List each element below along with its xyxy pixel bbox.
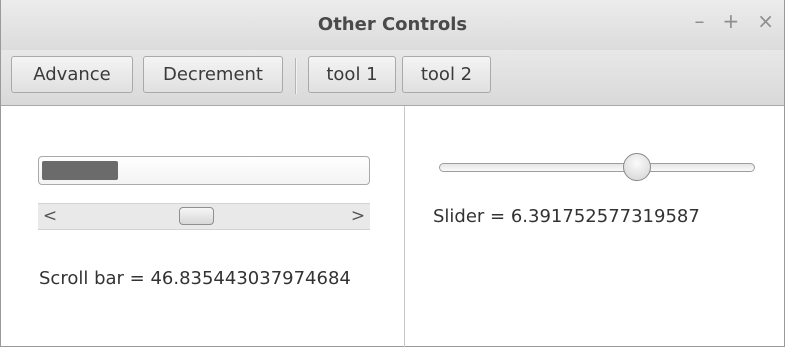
window-controls: – + × — [694, 11, 774, 31]
slider-thumb[interactable] — [623, 153, 651, 181]
horizontal-scrollbar[interactable]: < > — [38, 203, 370, 230]
toolbar-separator — [295, 58, 296, 94]
close-icon[interactable]: × — [757, 11, 774, 31]
slider-track[interactable] — [439, 163, 755, 172]
maximize-icon[interactable]: + — [722, 11, 739, 31]
title-bar[interactable]: Other Controls – + × — [1, 0, 784, 50]
progress-bar — [38, 156, 370, 185]
toolbar: Advance Decrement tool 1 tool 2 — [1, 50, 784, 106]
scroll-left-icon[interactable]: < — [40, 205, 60, 227]
slider-value-label: Slider = 6.391752577319587 — [433, 206, 700, 227]
scroll-right-icon[interactable]: > — [348, 205, 368, 227]
progress-bar-fill — [42, 161, 118, 180]
scrollbar-thumb[interactable] — [179, 207, 214, 225]
app-window: Other Controls – + × Advance Decrement t… — [0, 0, 785, 347]
tool1-button[interactable]: tool 1 — [308, 56, 396, 93]
scroll-bar-value-label: Scroll bar = 46.835443037974684 — [39, 268, 351, 289]
decrement-button[interactable]: Decrement — [143, 56, 283, 93]
minimize-icon[interactable]: – — [694, 11, 704, 31]
tool2-button[interactable]: tool 2 — [402, 56, 491, 93]
advance-button[interactable]: Advance — [11, 56, 133, 93]
window-title: Other Controls — [317, 14, 468, 35]
split-pane-divider[interactable] — [404, 106, 405, 347]
